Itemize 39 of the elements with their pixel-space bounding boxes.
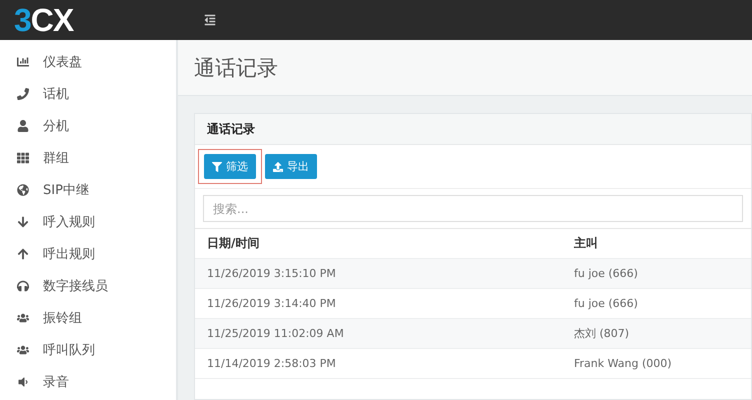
sidebar-item-icon	[16, 280, 29, 292]
table-cell-text: Frank Wang (000)	[573, 357, 673, 370]
sidebar-item[interactable]: 仪表盘	[0, 46, 176, 78]
sidebar-item-icon	[16, 88, 29, 100]
filter-icon	[212, 162, 222, 172]
sidebar-item[interactable]: 呼叫队列	[0, 334, 176, 366]
table-cell-text: 11/14/2019 2:58:03 PM	[206, 357, 337, 370]
table-cell-text: 11/26/2019 3:15:10 PM	[206, 267, 337, 280]
column-header: 主叫	[573, 235, 599, 252]
menu-toggle-icon[interactable]	[204, 14, 216, 26]
table-cell-text: fu joe (666)	[573, 297, 639, 310]
sidebar-item[interactable]: 数字接线员	[0, 270, 176, 302]
sidebar-item-icon	[16, 376, 29, 388]
table-cell-text: 杰刘 (807)	[573, 326, 630, 341]
sidebar-item-icon	[16, 216, 29, 228]
search-field[interactable]: 搜索...	[203, 195, 743, 222]
sidebar-item-icon	[16, 248, 29, 260]
card-title: 通话记录	[195, 114, 751, 145]
page-title: 通话记录	[178, 40, 752, 96]
sidebar-item[interactable]: 振铃组	[0, 302, 176, 334]
sidebar-item[interactable]: 呼出规则	[0, 238, 176, 270]
sidebar-item[interactable]: SIP中继	[0, 174, 176, 206]
upload-icon	[273, 162, 283, 172]
sidebar-item-icon	[16, 312, 29, 324]
sidebar-item-icon	[16, 56, 29, 68]
column-header: 日期/时间	[206, 235, 260, 252]
sidebar-item[interactable]: 呼入规则	[0, 206, 176, 238]
sidebar-item-icon	[16, 344, 29, 356]
sidebar-item-icon	[16, 152, 29, 164]
sidebar-item[interactable]: 群组	[0, 142, 176, 174]
table-cell-text: fu joe (666)	[573, 267, 639, 280]
sidebar-item[interactable]: 话机	[0, 78, 176, 110]
sidebar-item[interactable]: 分机	[0, 110, 176, 142]
sidebar-item[interactable]: 录音	[0, 366, 176, 398]
table-cell-text: 11/25/2019 11:02:09 AM	[206, 327, 345, 340]
sidebar-item-icon	[16, 184, 29, 196]
sidebar-item-icon	[16, 120, 29, 132]
logo: 3CX	[13, 2, 75, 38]
table-cell-text: 11/26/2019 3:14:40 PM	[206, 297, 337, 310]
